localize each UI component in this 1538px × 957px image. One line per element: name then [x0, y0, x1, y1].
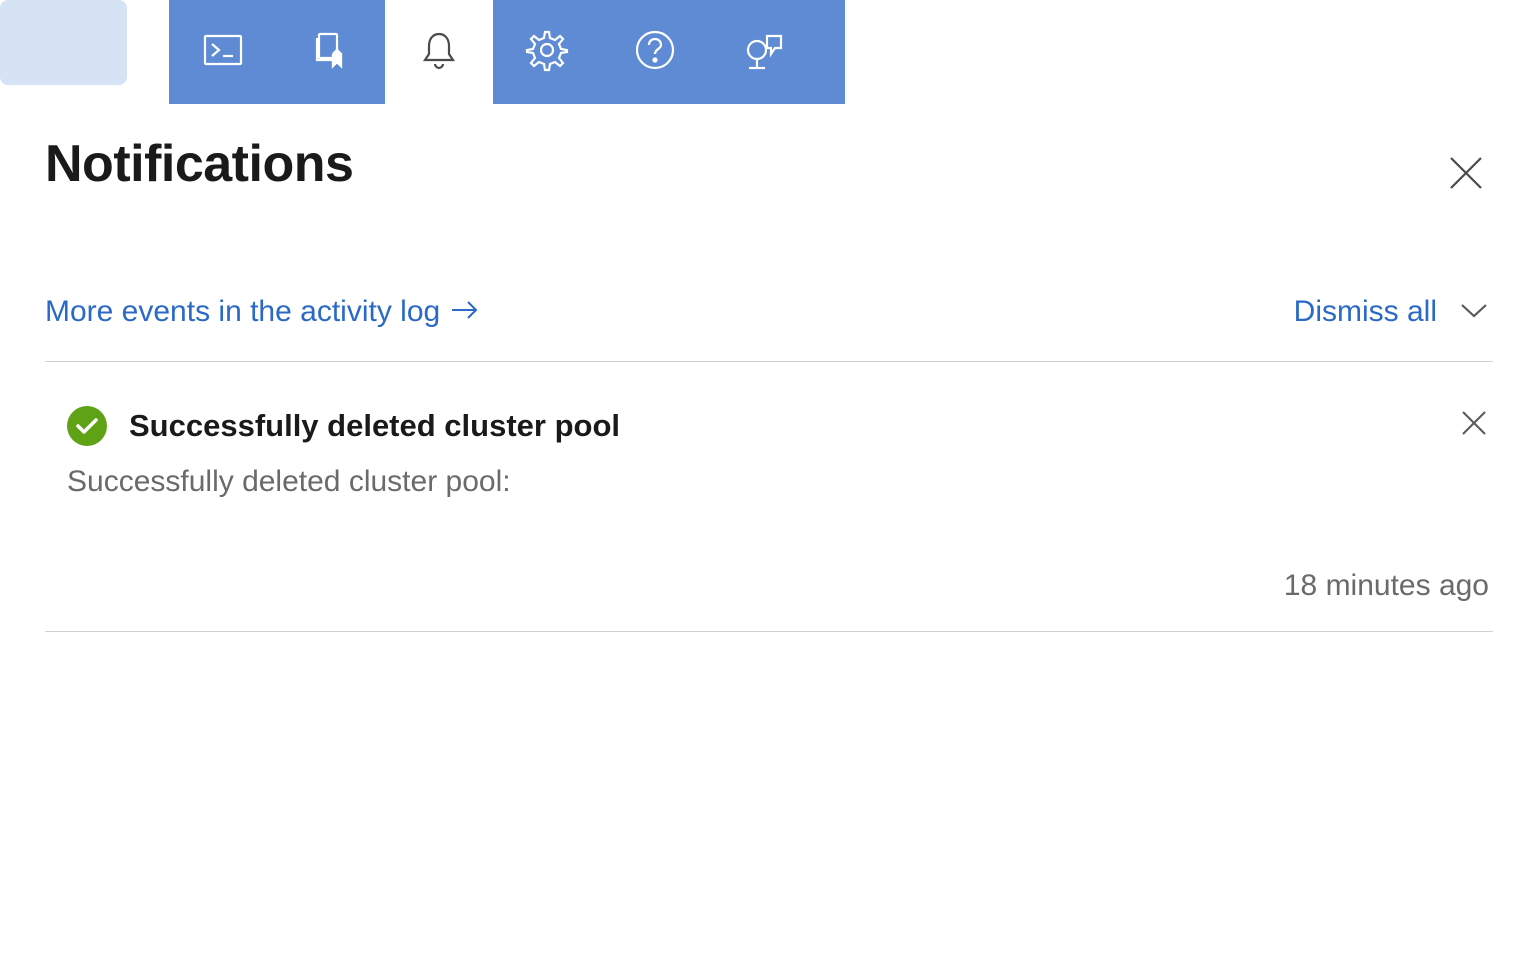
filter-button[interactable]	[277, 0, 385, 104]
dismiss-all-link[interactable]: Dismiss all	[1294, 295, 1437, 329]
cloud-shell-icon	[201, 28, 245, 77]
feedback-button[interactable]	[709, 0, 817, 104]
gear-icon	[525, 28, 569, 77]
notification-timestamp: 18 minutes ago	[67, 569, 1493, 603]
close-icon	[1447, 179, 1485, 196]
arrow-right-icon	[450, 295, 480, 329]
more-events-link[interactable]: More events in the activity log	[45, 295, 480, 329]
help-icon	[633, 28, 677, 77]
panel-header: Notifications	[45, 134, 1493, 205]
chevron-down-icon	[1459, 306, 1489, 323]
topbar	[0, 0, 1538, 104]
dismiss-section: Dismiss all	[1294, 295, 1493, 329]
notification-body: Successfully deleted cluster pool:	[67, 465, 1493, 499]
close-panel-button[interactable]	[1439, 146, 1493, 205]
settings-button[interactable]	[493, 0, 601, 104]
help-button[interactable]	[601, 0, 709, 104]
notification-item: Successfully deleted cluster pool Succes…	[45, 394, 1493, 632]
bell-icon	[417, 28, 461, 77]
search-input-collapsed[interactable]	[0, 0, 127, 85]
notifications-panel: Notifications More events in the activit…	[0, 104, 1538, 632]
cloud-shell-button[interactable]	[169, 0, 277, 104]
notifications-button[interactable]	[385, 0, 493, 104]
more-events-label: More events in the activity log	[45, 295, 440, 329]
panel-title: Notifications	[45, 134, 353, 194]
success-icon	[67, 406, 107, 446]
topbar-buttons	[169, 0, 845, 104]
feedback-icon	[741, 28, 785, 77]
notification-header: Successfully deleted cluster pool	[67, 404, 1493, 447]
notification-title: Successfully deleted cluster pool	[129, 408, 620, 444]
dismiss-notification-button[interactable]	[1455, 404, 1493, 447]
filter-icon	[309, 28, 353, 77]
notification-header-left: Successfully deleted cluster pool	[67, 406, 620, 446]
dismiss-menu-button[interactable]	[1455, 297, 1493, 328]
action-row: More events in the activity log Dismiss …	[45, 295, 1493, 362]
close-icon	[1459, 425, 1489, 442]
